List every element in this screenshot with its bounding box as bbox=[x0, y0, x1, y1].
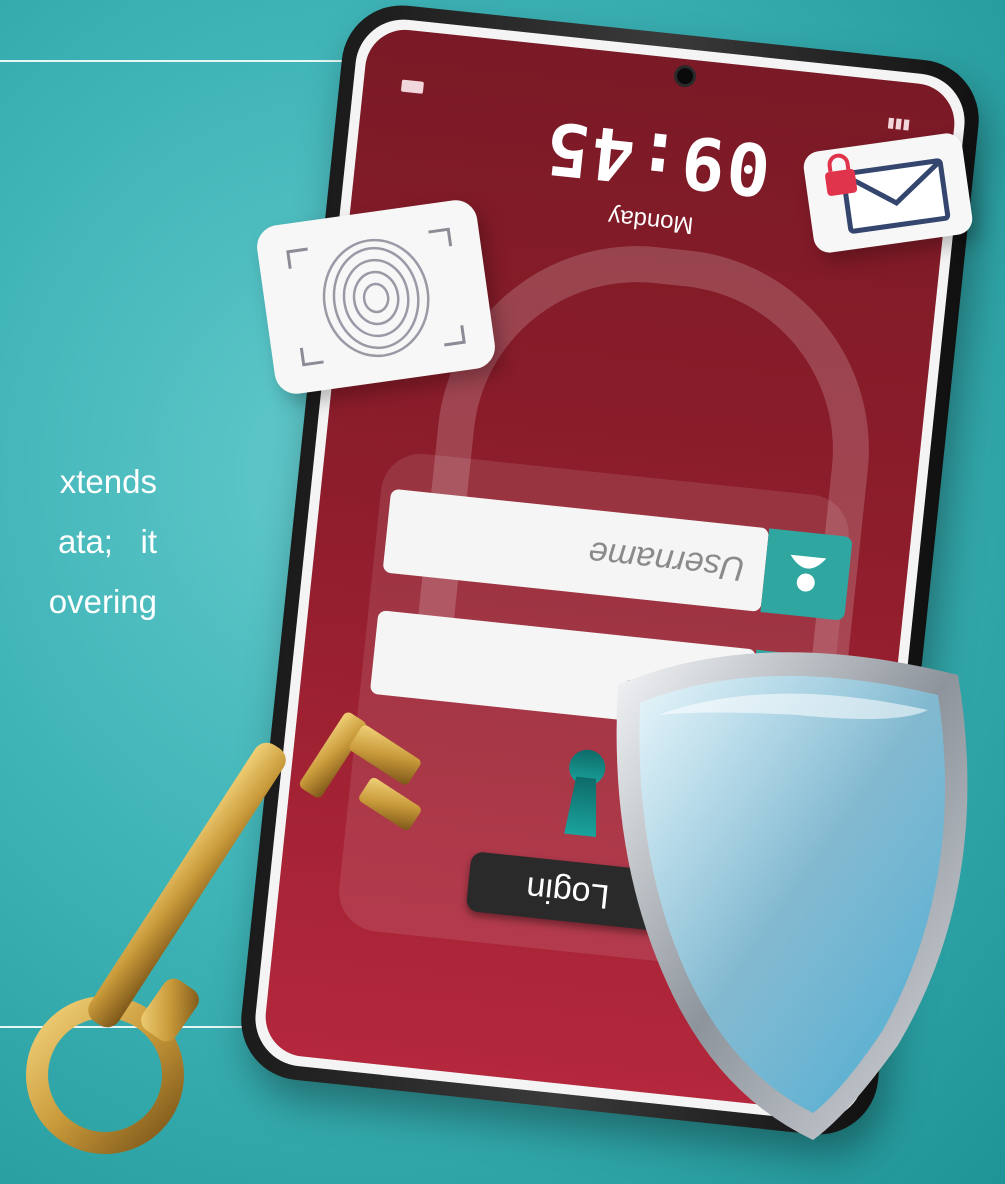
fingerprint-icon bbox=[286, 227, 466, 367]
key-icon bbox=[26, 712, 421, 1154]
user-icon bbox=[760, 528, 853, 621]
username-placeholder: Username bbox=[586, 533, 747, 588]
signal-icon: ▮▮▮ bbox=[886, 114, 912, 133]
article-line-1: xtends bbox=[59, 463, 157, 500]
shield-icon bbox=[616, 652, 968, 1140]
fingerprint-card bbox=[254, 197, 498, 397]
article-line-3: overing bbox=[48, 583, 157, 620]
article-text: xtends ata; it overing bbox=[49, 452, 157, 632]
camera-icon bbox=[672, 64, 698, 89]
article-line-2: ata; it bbox=[57, 523, 157, 560]
battery-icon bbox=[400, 79, 425, 94]
